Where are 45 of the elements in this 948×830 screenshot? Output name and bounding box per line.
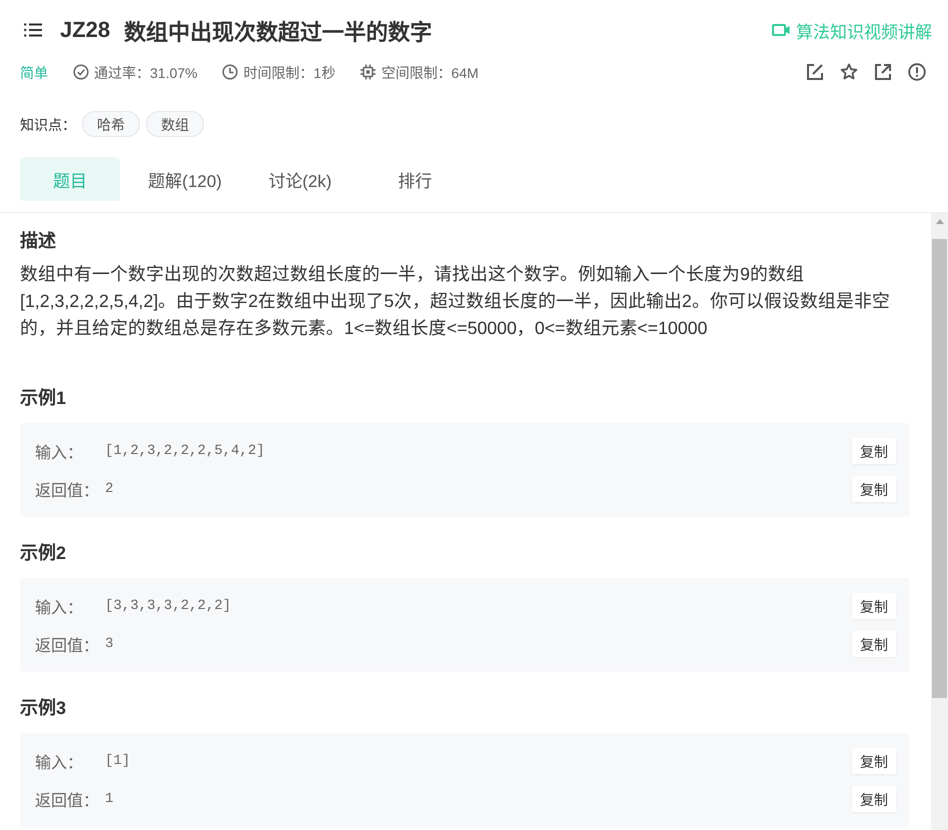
copy-button[interactable]: 复制 (852, 786, 896, 812)
tag[interactable]: 哈希 (82, 111, 140, 137)
meta-text: 通过率：31.07% (94, 64, 198, 82)
example-value: 2 (105, 481, 114, 497)
example-label: 返回值： (35, 636, 100, 656)
copy-button[interactable]: 复制 (852, 631, 896, 657)
example-heading: 示例1 (20, 387, 68, 410)
tags-label: 知识点： (20, 116, 76, 134)
tab[interactable]: 排行 (365, 157, 465, 201)
example-label: 输入： (35, 598, 84, 618)
example-value: 1 (105, 791, 114, 807)
clock-icon (222, 64, 238, 80)
section-heading: 描述 (20, 230, 57, 253)
chip-icon (360, 64, 376, 80)
problem-id: JZ28 (60, 17, 110, 43)
exclamation-circle-icon[interactable] (908, 63, 926, 81)
difficulty-label: 简单 (20, 64, 48, 82)
example-value: [1] (105, 753, 130, 769)
example-heading: 示例3 (20, 697, 68, 720)
example-label: 返回值： (35, 481, 100, 501)
edit-icon[interactable] (806, 63, 824, 81)
copy-button[interactable]: 复制 (852, 476, 896, 502)
scrollbar-thumb[interactable] (932, 239, 947, 698)
problem-title: 数组中出现次数超过一半的数字 (124, 19, 432, 46)
star-icon[interactable] (840, 63, 858, 81)
copy-button[interactable]: 复制 (852, 748, 896, 774)
meta-text: 时间限制：1秒 (243, 64, 336, 82)
copy-button[interactable]: 复制 (852, 593, 896, 619)
check-circle-icon (73, 64, 89, 80)
example-value: [1,2,3,2,2,2,5,4,2] (105, 443, 265, 459)
scrollbar-track[interactable] (931, 213, 948, 830)
example-value: [3,3,3,3,2,2,2] (105, 598, 232, 614)
external-link-icon[interactable] (874, 63, 892, 81)
tab[interactable]: 题解(120) (135, 157, 235, 201)
example-label: 返回值： (35, 791, 100, 811)
example-label: 输入： (35, 754, 84, 773)
menu-icon[interactable] (24, 23, 42, 37)
tab[interactable]: 讨论(2k) (250, 157, 350, 201)
example-value: 3 (105, 636, 114, 652)
meta-text: 空间限制：64M (381, 64, 479, 82)
copy-button[interactable]: 复制 (852, 438, 896, 464)
description-text: 数组中有一个数字出现的次数超过数组长度的一半，请找出这个数字。例如输入一个长度为9的数组[1,2,3,2,2,2,5,4,2]。由于数字2在数组中出现了5次，超过数组长度的一半，因此输出2。你可以假设数组是非空的，并且给定的数组总是存在多数元素。1<=数组长度<=50000，0<=数组元素<=10000 (20, 263, 891, 340)
example-label: 输入： (35, 444, 84, 463)
example-heading: 示例2 (20, 542, 68, 565)
tag[interactable]: 数组 (146, 111, 204, 137)
